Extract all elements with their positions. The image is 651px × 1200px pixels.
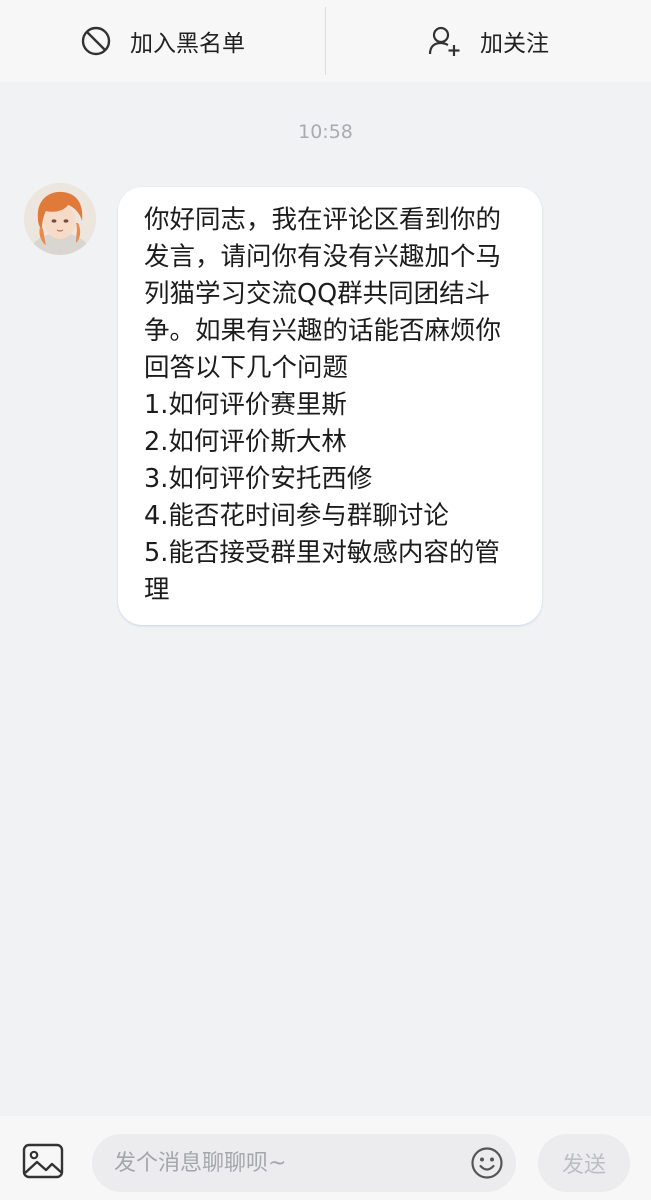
block-user-label: 加入黑名单	[130, 31, 245, 57]
top-action-bar: 加入黑名单 加关注	[0, 0, 651, 82]
follow-button[interactable]: 加关注	[326, 0, 651, 82]
message-text: 你好同志，我在评论区看到你的发言，请问你有没有兴趣加个马列猫学习交流QQ群共同团…	[144, 205, 502, 605]
follow-label: 加关注	[480, 31, 549, 57]
message-input-container[interactable]	[92, 1134, 516, 1192]
block-icon	[80, 25, 112, 57]
incoming-message-bubble[interactable]: 你好同志，我在评论区看到你的发言，请问你有没有兴趣加个马列猫学习交流QQ群共同团…	[118, 187, 542, 625]
add-user-icon	[428, 25, 462, 57]
emoji-icon[interactable]	[470, 1146, 504, 1180]
sender-avatar[interactable]	[24, 183, 96, 255]
block-user-button[interactable]: 加入黑名单	[0, 0, 325, 82]
message-timestamp: 10:58	[298, 121, 353, 143]
message-composer: 发送	[0, 1116, 651, 1200]
message-input[interactable]	[114, 1150, 454, 1176]
image-icon[interactable]	[22, 1143, 64, 1179]
send-button[interactable]: 发送	[538, 1134, 630, 1192]
